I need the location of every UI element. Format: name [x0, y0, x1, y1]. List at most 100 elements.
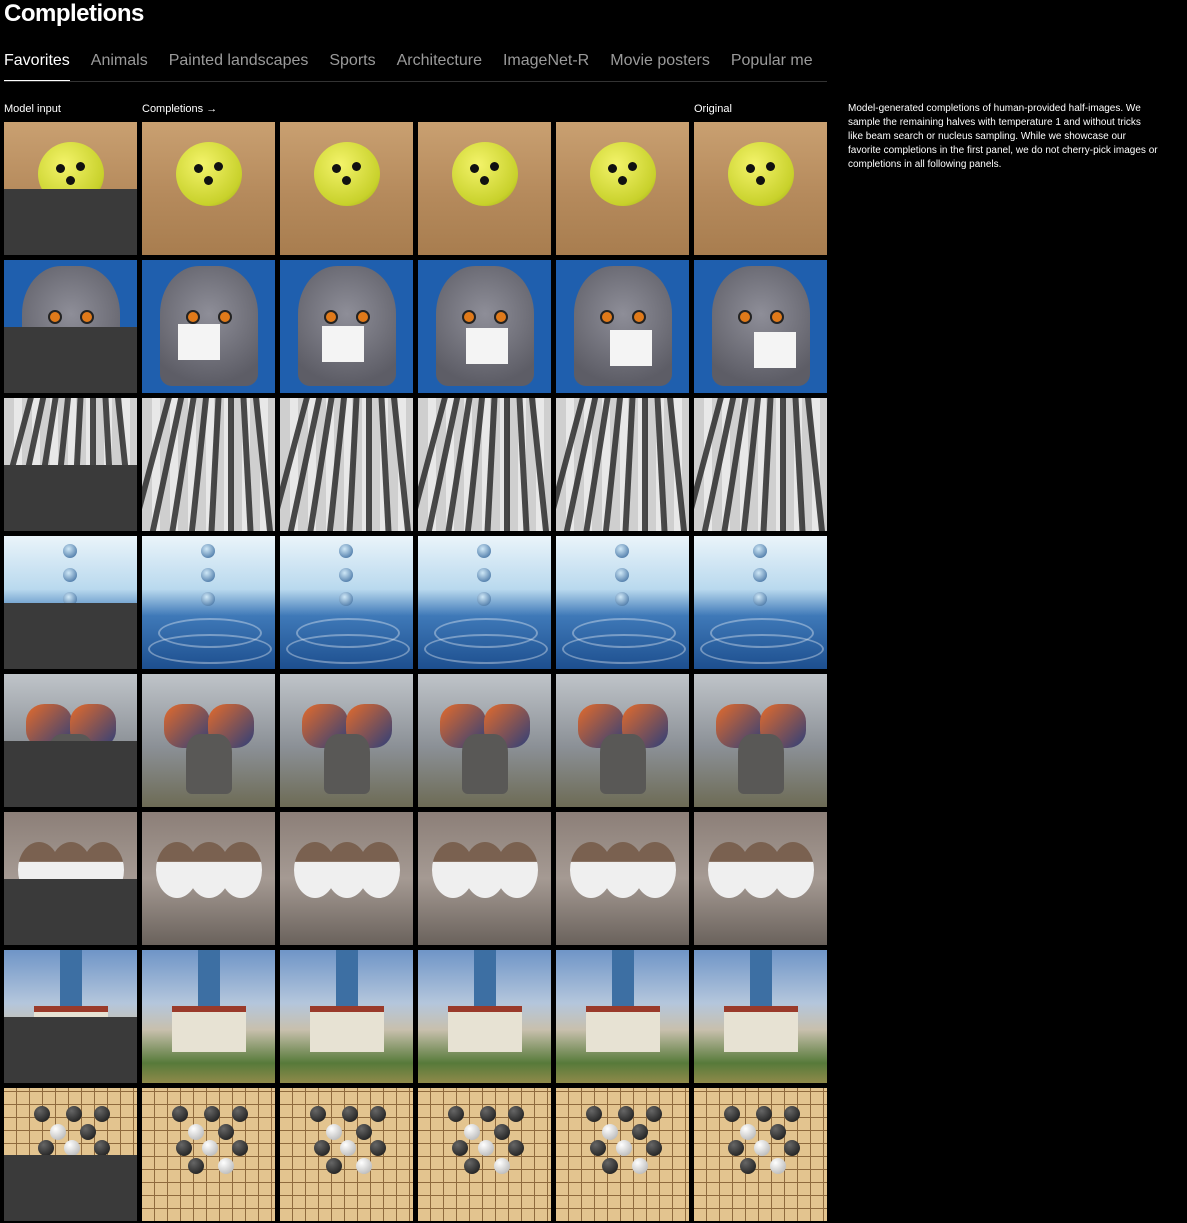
- completion-image[interactable]: [418, 260, 551, 393]
- original-image[interactable]: [694, 536, 827, 669]
- model-input-image[interactable]: [4, 536, 137, 669]
- completion-image[interactable]: [418, 398, 551, 531]
- tab-movie-posters[interactable]: Movie posters: [610, 50, 710, 80]
- completion-image[interactable]: [418, 812, 551, 945]
- model-input-image[interactable]: [4, 122, 137, 255]
- go-board-image: [556, 1088, 689, 1221]
- water-drop-image: [694, 536, 827, 669]
- tower-painting-image: [556, 950, 689, 1083]
- completion-image[interactable]: [280, 950, 413, 1083]
- masked-half: [4, 602, 137, 669]
- completion-image[interactable]: [556, 674, 689, 807]
- cat-holding-card-image: [418, 260, 551, 393]
- tower-painting-image: [280, 950, 413, 1083]
- original-image[interactable]: [694, 398, 827, 531]
- crosswalk-shadows-image: [280, 398, 413, 531]
- completion-image[interactable]: [142, 950, 275, 1083]
- model-input-image[interactable]: [4, 1088, 137, 1221]
- model-input-image[interactable]: [4, 674, 137, 807]
- category-tabs: Favorites Animals Painted landscapes Spo…: [4, 50, 827, 82]
- completion-image[interactable]: [142, 398, 275, 531]
- completion-image[interactable]: [556, 122, 689, 255]
- tower-painting-image: [418, 950, 551, 1083]
- completion-image[interactable]: [280, 122, 413, 255]
- model-input-image[interactable]: [4, 950, 137, 1083]
- tab-sports[interactable]: Sports: [329, 50, 375, 80]
- completion-image[interactable]: [556, 950, 689, 1083]
- original-image[interactable]: [694, 812, 827, 945]
- cat-holding-card-image: [280, 260, 413, 393]
- completion-image[interactable]: [418, 1088, 551, 1221]
- go-board-image: [418, 1088, 551, 1221]
- completion-image[interactable]: [556, 812, 689, 945]
- cat-holding-card-image: [556, 260, 689, 393]
- three-birds-image: [280, 812, 413, 945]
- completion-image[interactable]: [556, 260, 689, 393]
- three-birds-image: [556, 812, 689, 945]
- tab-popular-memes[interactable]: Popular me: [731, 50, 813, 80]
- go-board-image: [142, 1088, 275, 1221]
- three-birds-image: [142, 812, 275, 945]
- tower-painting-image: [142, 950, 275, 1083]
- tennis-ball-chick-image: [418, 122, 551, 255]
- tab-animals[interactable]: Animals: [91, 50, 148, 80]
- three-birds-image: [418, 812, 551, 945]
- original-image[interactable]: [694, 260, 827, 393]
- completion-image[interactable]: [556, 536, 689, 669]
- tab-imagenet-r[interactable]: ImageNet-R: [503, 50, 589, 80]
- butterfly-elephant-image: [280, 674, 413, 807]
- completions-label: Completions →: [142, 103, 218, 115]
- image-grid: [4, 122, 827, 1221]
- completion-image[interactable]: [418, 950, 551, 1083]
- butterfly-elephant-image: [556, 674, 689, 807]
- completion-image[interactable]: [142, 536, 275, 669]
- tab-architecture[interactable]: Architecture: [397, 50, 482, 80]
- completion-image[interactable]: [280, 674, 413, 807]
- masked-half: [4, 878, 137, 945]
- crosswalk-shadows-image: [418, 398, 551, 531]
- model-input-image[interactable]: [4, 260, 137, 393]
- completion-image[interactable]: [556, 1088, 689, 1221]
- tab-favorites[interactable]: Favorites: [4, 50, 70, 81]
- completion-image[interactable]: [280, 812, 413, 945]
- completion-image[interactable]: [280, 260, 413, 393]
- tennis-ball-chick-image: [142, 122, 275, 255]
- tennis-ball-chick-image: [280, 122, 413, 255]
- crosswalk-shadows-image: [694, 398, 827, 531]
- water-drop-image: [280, 536, 413, 669]
- model-input-image[interactable]: [4, 812, 137, 945]
- original-image[interactable]: [694, 122, 827, 255]
- completion-image[interactable]: [280, 398, 413, 531]
- butterfly-elephant-image: [694, 674, 827, 807]
- completion-image[interactable]: [142, 1088, 275, 1221]
- butterfly-elephant-image: [418, 674, 551, 807]
- tab-painted-landscapes[interactable]: Painted landscapes: [169, 50, 309, 80]
- model-input-image[interactable]: [4, 398, 137, 531]
- completion-image[interactable]: [142, 812, 275, 945]
- tennis-ball-chick-image: [556, 122, 689, 255]
- completion-image[interactable]: [142, 674, 275, 807]
- completion-image[interactable]: [280, 1088, 413, 1221]
- original-image[interactable]: [694, 1088, 827, 1221]
- masked-half: [4, 740, 137, 807]
- crosswalk-shadows-image: [142, 398, 275, 531]
- masked-half: [4, 1154, 137, 1221]
- butterfly-elephant-image: [142, 674, 275, 807]
- description-text: Model-generated completions of human-pro…: [848, 103, 1158, 170]
- completion-image[interactable]: [418, 674, 551, 807]
- tennis-ball-chick-image: [694, 122, 827, 255]
- completion-image[interactable]: [418, 122, 551, 255]
- tower-painting-image: [694, 950, 827, 1083]
- go-board-image: [694, 1088, 827, 1221]
- original-image[interactable]: [694, 950, 827, 1083]
- completion-image[interactable]: [142, 260, 275, 393]
- water-drop-image: [142, 536, 275, 669]
- masked-half: [4, 188, 137, 255]
- completion-image[interactable]: [418, 536, 551, 669]
- completion-image[interactable]: [142, 122, 275, 255]
- original-image[interactable]: [694, 674, 827, 807]
- crosswalk-shadows-image: [556, 398, 689, 531]
- completion-image[interactable]: [556, 398, 689, 531]
- page-title: Completions: [4, 0, 144, 27]
- completion-image[interactable]: [280, 536, 413, 669]
